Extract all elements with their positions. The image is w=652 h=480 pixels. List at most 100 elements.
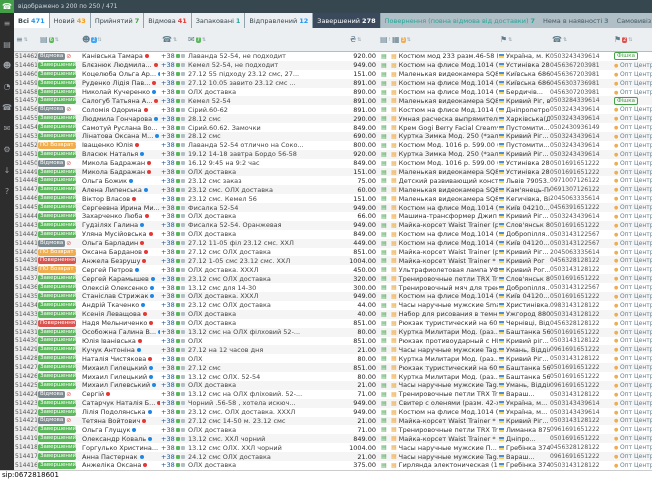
call-icon[interactable] [176,348,180,352]
call-icon[interactable] [176,54,180,58]
product-cell[interactable]: ▦ Часы наручные мужские П... [390,443,498,452]
phone-cell[interactable]: +38 [160,221,186,230]
status-cell[interactable]: Відмова ⊘ [38,52,80,61]
status-cell[interactable]: Завершений ⊘ [38,203,80,212]
table-row[interactable]: 514442 Завершений ⊘ Уляна Мусійовська +3… [14,230,652,239]
call-icon[interactable] [176,392,180,396]
table-row[interactable]: 514428 Завершений ⊘ Наталія Чистякова +3… [14,354,652,363]
status-cell[interactable]: Завершений ⊘ [38,123,80,132]
table-row[interactable]: 514444 Завершений ⊘ Захарченко Люба +38 … [14,212,652,221]
call-icon[interactable] [176,161,180,165]
client-name-cell[interactable]: Коцелюба Ольга Ар... [80,70,160,79]
status-cell[interactable]: Завершений ⊘ [38,461,80,470]
phone-cell[interactable]: +38 [160,212,186,221]
sort-icon[interactable]: ⇅ [98,37,102,43]
sms-icon[interactable] [181,134,185,138]
table-row[interactable]: 514425 Завершений ⊘ Михаил Гилевський +3… [14,381,652,390]
phone-cell[interactable]: +38 [160,88,186,97]
phone-cell[interactable]: +38 [160,363,186,372]
phone-cell[interactable]: +38 [160,425,186,434]
product-cell[interactable]: ▦ Майка-корсет Waist Trainer * 42... [390,417,498,426]
call-icon[interactable] [176,152,180,156]
table-row[interactable]: 514426 Завершений ⊘ Михаил Гилецький +38… [14,372,652,381]
status-tab[interactable]: Всі 471 [14,13,50,28]
status-cell[interactable]: Завершений ⊘ [38,363,80,372]
phone-cell[interactable]: +38 [160,132,186,141]
status-cell[interactable]: Завершений ⊘ [38,176,80,185]
status-cell[interactable]: Завершений ⊘ [38,194,80,203]
product-cell[interactable]: ▦ Детский развивающий констру... [390,176,498,185]
status-tab[interactable]: Завершений 278 [313,13,380,28]
client-name-cell[interactable]: Власюк Наталья [80,150,160,159]
sms-icon[interactable] [181,108,185,112]
status-cell[interactable]: Завершений ⊘ [38,345,80,354]
client-name-cell[interactable]: Михаил Гилевський [80,381,160,390]
table-row[interactable]: 514459 Завершений ⊘ Руденко Лідія Пав...… [14,79,652,88]
status-cell[interactable]: ПО Возврат ск. ⊘ [38,248,80,257]
sort-icon[interactable]: ⇅ [407,37,411,43]
sms-icon[interactable] [181,81,185,85]
table-row[interactable]: 514421 Відмова ⊘ Тетяна Войтович +38 27.… [14,417,652,426]
table-row[interactable]: 514462 Відмова ⊘ Канівська Тамара +38 Ла… [14,52,652,61]
sms-icon[interactable] [181,312,185,316]
client-name-cell[interactable]: Ольга Божик [80,176,160,185]
client-name-cell[interactable]: Михаил Гилецький [80,363,160,372]
phone-cell[interactable]: +38 [160,105,186,114]
client-name-cell[interactable]: Сатарчук Наталія Б... [80,399,160,408]
column-header[interactable]: ▤ ⇅ [378,35,390,44]
product-cell[interactable]: ▦ Майка-корсет Waist Trainer * 42... [390,434,498,443]
client-name-cell[interactable]: Горгулько Христина... [80,443,160,452]
client-name-cell[interactable]: Руденко Лідія Пав... [80,79,160,88]
client-name-cell[interactable]: Іващенко Юлія [80,141,160,150]
sms-icon[interactable] [181,348,185,352]
call-icon[interactable] [176,99,180,103]
client-name-cell[interactable]: Андрій Ткаченко [80,301,160,310]
phone-cell[interactable]: +38 [160,399,186,408]
product-cell[interactable]: ▦ Костюм на флисе Мод.1014 (з... [390,105,498,114]
product-cell[interactable]: ▦ Маленькая видеокамера SQ8 *... [390,194,498,203]
product-cell[interactable]: ▦ Рюкзак туристический на 60 л... [390,363,498,372]
client-name-cell[interactable]: Микола Бадражан [80,168,160,177]
call-icon[interactable] [176,463,180,467]
product-cell[interactable]: ▦ Куртка Зимка Мод. 250 (*зал:В... [390,132,498,141]
product-cell[interactable]: ▦ Костюм мод 233 разм.46-58 (1... [390,52,498,61]
product-cell[interactable]: ▦ Костюм Мод. 1016 р. 599.00 (з... [390,159,498,168]
phone-cell[interactable]: +38 [160,185,186,194]
column-header[interactable]: ☎ ⇅ [550,35,612,44]
status-cell[interactable]: ПО Возврат ск. ⊘ [38,265,80,274]
call-icon[interactable] [176,188,180,192]
table-row[interactable]: 514438 ПО Возврат ск. ⊘ Сергей Петров +3… [14,265,652,274]
client-name-cell[interactable]: Микола Бадражан [80,159,160,168]
status-cell[interactable]: Завершений ⊘ [38,61,80,70]
status-cell[interactable]: Завершений ⊘ [38,381,80,390]
product-cell[interactable]: ▦ Маленькая видеокамера SQ8 *... [390,96,498,105]
table-row[interactable]: 514433 Завершений ⊘ Ксенія Леващова +38 … [14,310,652,319]
sort-icon[interactable]: ⇅ [55,37,59,43]
sort-icon[interactable]: ⇅ [628,37,632,43]
table-row[interactable]: 514439 Повернення (з... ⊘ Анжела Безрушу… [14,256,652,265]
status-tab[interactable]: Новий 43 [50,13,91,28]
table-row[interactable]: 514456 Відмова ⊘ Соломія Одорина +38 Сір… [14,105,652,114]
call-icon[interactable] [176,81,180,85]
call-icon[interactable] [176,321,180,325]
call-icon[interactable] [176,63,180,67]
phone-cell[interactable]: +38 [160,265,186,274]
phone-cell[interactable]: +38 [160,274,186,283]
export-icon[interactable]: ↓ [0,160,14,181]
client-name-cell[interactable]: Соломія Одорина [80,105,160,114]
status-cell[interactable]: Завершений ⊘ [38,230,80,239]
product-cell[interactable]: ▦ Костюм Мод. 1016 р. 599.00 (з... [390,141,498,150]
sms-icon[interactable] [181,99,185,103]
phone-cell[interactable]: +38 [160,203,186,212]
phone-cell[interactable]: +38 [160,70,186,79]
call-icon[interactable] [176,268,180,272]
status-tab[interactable]: Відмова 41 [144,13,192,28]
call-icon[interactable] [176,339,180,343]
client-name-cell[interactable]: Анжеліка Оксана [80,461,160,470]
phone-cell[interactable]: +38 [160,452,186,461]
client-name-cell[interactable]: Кучук Антоніна [80,345,160,354]
call-icon[interactable] [176,72,180,76]
sms-icon[interactable] [181,410,185,414]
product-cell[interactable]: ▦ Ультрафиолетовая лампа УФ... [390,265,498,274]
column-header[interactable]: ▦ 3 ⇅ [390,35,498,44]
